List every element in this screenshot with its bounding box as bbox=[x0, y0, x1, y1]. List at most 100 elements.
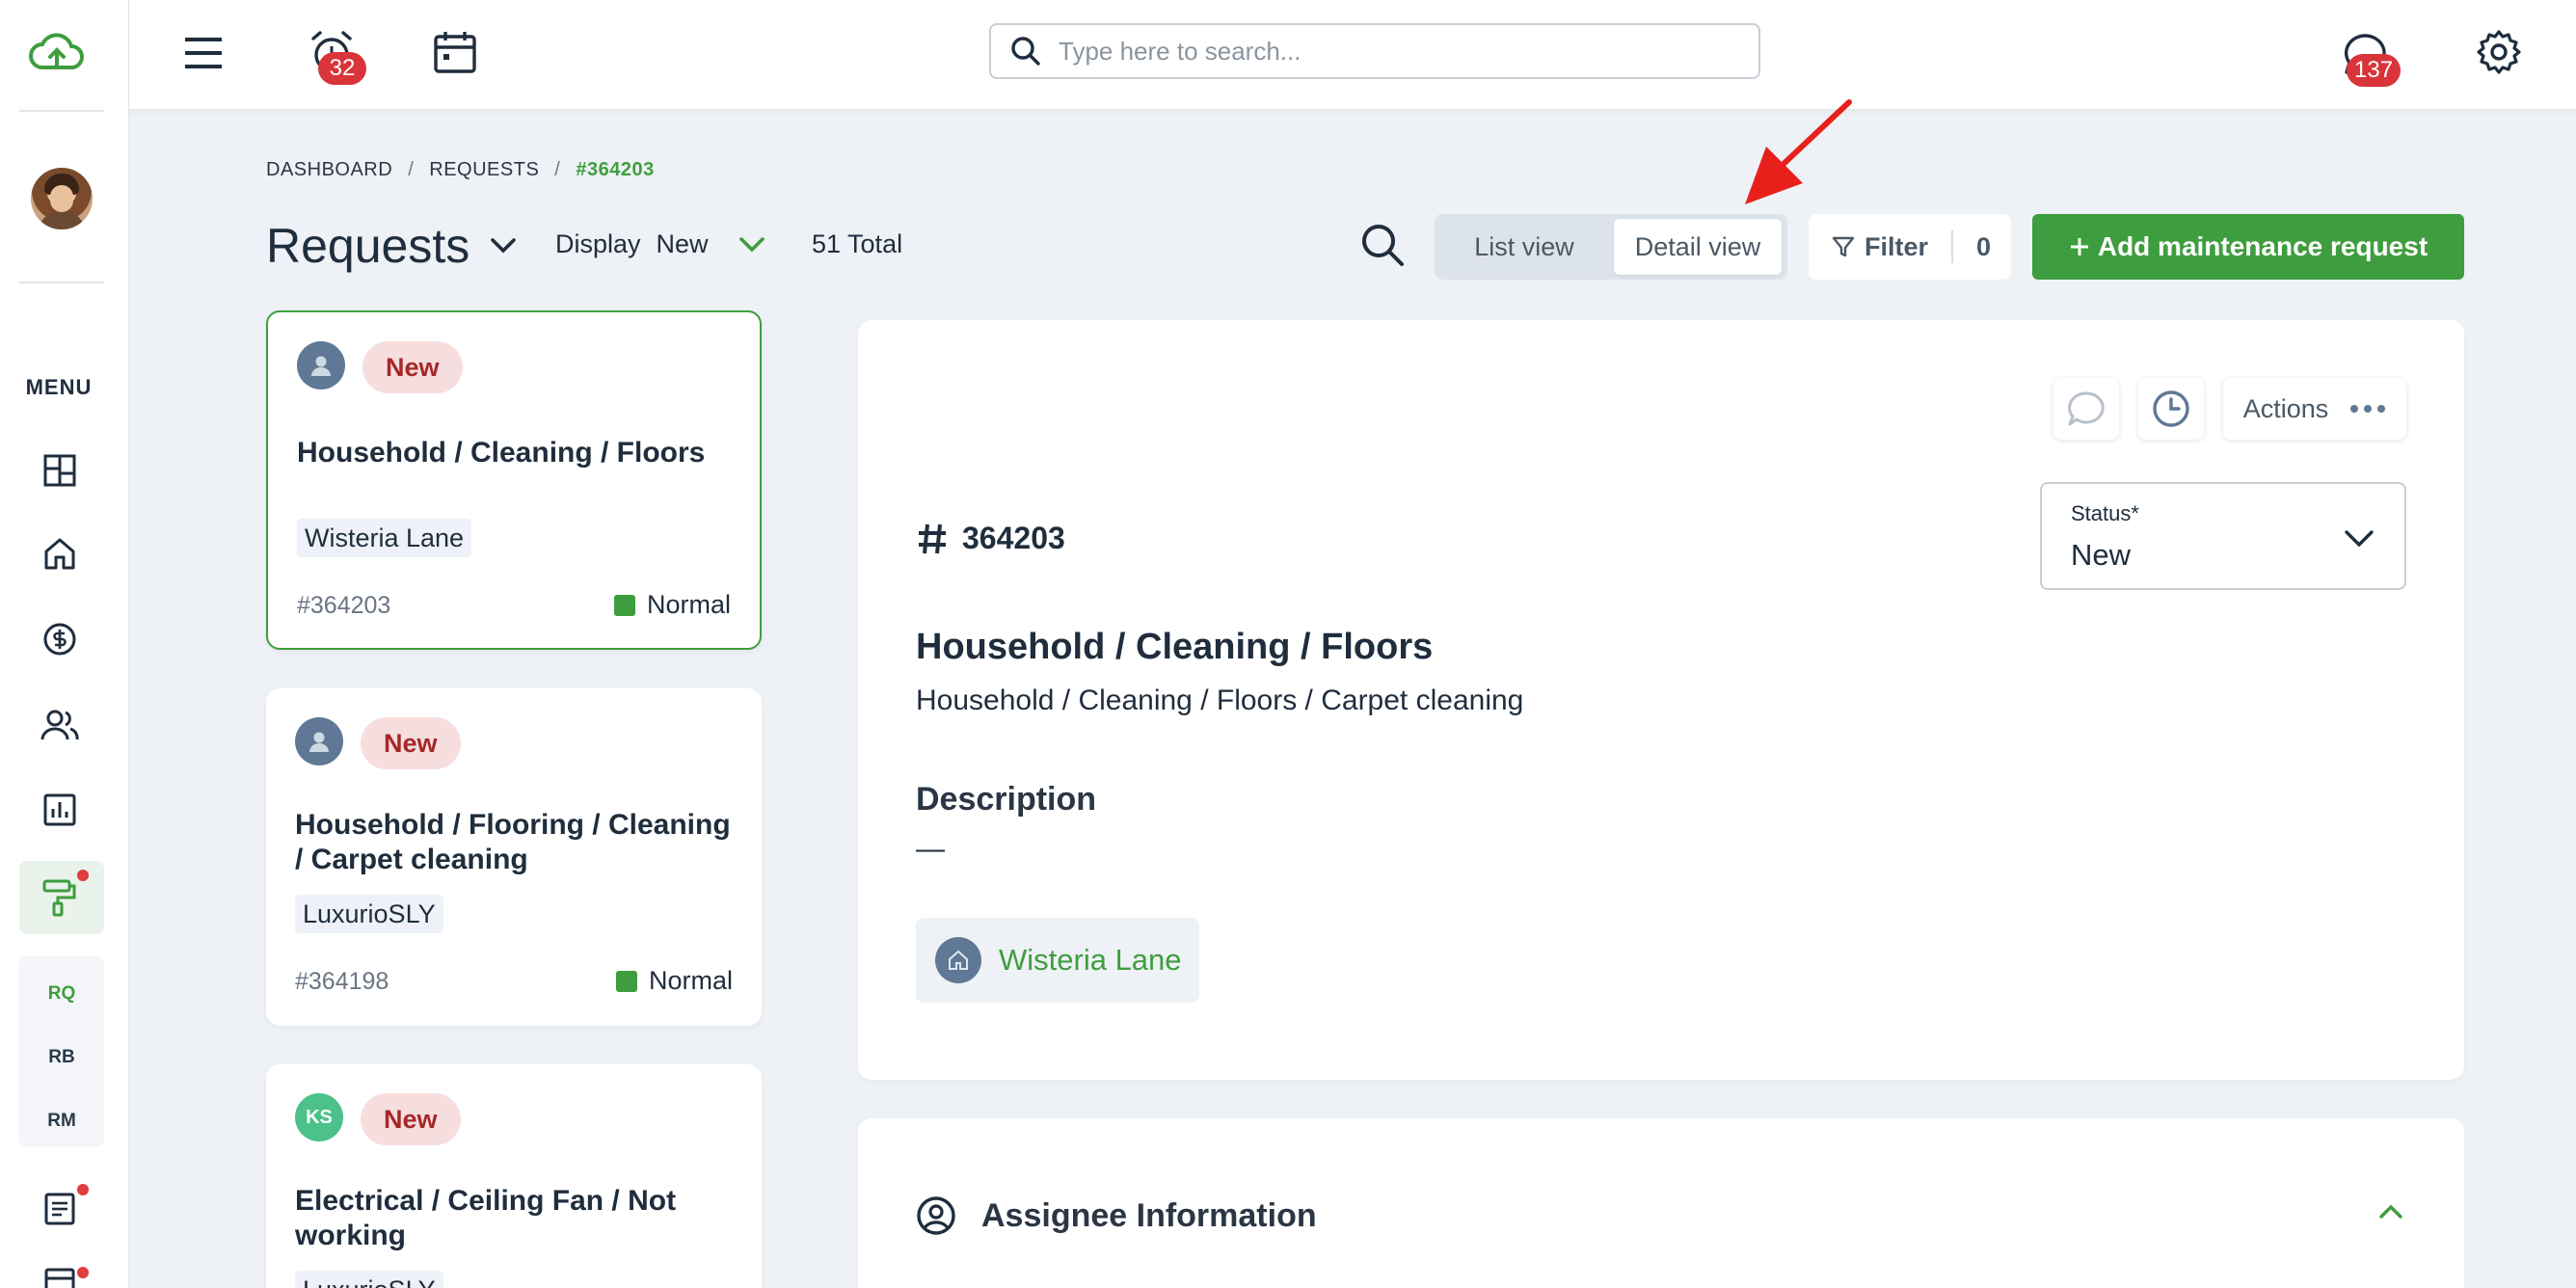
filter-label: Filter bbox=[1865, 231, 1929, 261]
display-value: New bbox=[656, 229, 709, 258]
property-tag: LuxurioSLY bbox=[295, 1271, 443, 1288]
actions-label: Actions bbox=[2242, 393, 2329, 423]
request-id: #364203 bbox=[297, 592, 391, 619]
comment-button[interactable] bbox=[2053, 378, 2119, 440]
description-label: Description bbox=[916, 781, 1097, 818]
settings-gear-icon[interactable] bbox=[2472, 25, 2526, 79]
request-id: #364198 bbox=[295, 968, 389, 995]
status-select-label: Status* bbox=[2071, 501, 2139, 525]
assignee-section-header[interactable]: Assignee Information bbox=[916, 1195, 1317, 1236]
reports-chart-icon[interactable] bbox=[39, 789, 81, 831]
hamburger-menu-icon[interactable] bbox=[179, 29, 228, 77]
alarm-count-badge: 32 bbox=[318, 52, 366, 85]
more-dots-icon bbox=[2350, 405, 2386, 413]
calendar-icon[interactable] bbox=[428, 25, 482, 79]
document-list-icon[interactable] bbox=[39, 1188, 81, 1230]
status-badge: New bbox=[362, 341, 463, 393]
list-view-tab[interactable]: List view bbox=[1435, 214, 1614, 280]
priority-indicator: Normal bbox=[615, 966, 733, 996]
menu-label: MENU bbox=[25, 375, 93, 399]
people-icon[interactable] bbox=[39, 704, 81, 746]
hash-icon bbox=[919, 523, 946, 553]
submenu-item-rq[interactable]: RQ bbox=[19, 983, 104, 1005]
detail-request-id: 364203 bbox=[916, 521, 1065, 556]
priority-color-swatch bbox=[615, 970, 637, 992]
status-badge: New bbox=[361, 717, 461, 769]
chevron-down-icon bbox=[491, 238, 517, 254]
notification-dot bbox=[77, 1267, 89, 1278]
assignee-section-title: Assignee Information bbox=[981, 1196, 1317, 1234]
property-link[interactable]: Wisteria Lane bbox=[916, 918, 1199, 1003]
home-icon bbox=[935, 937, 981, 983]
sidebar: MENU RQ RB RM bbox=[0, 0, 129, 1288]
sidebar-divider bbox=[19, 110, 104, 112]
breadcrumb-dashboard[interactable]: DASHBOARD bbox=[266, 159, 392, 181]
notification-dot bbox=[77, 870, 89, 881]
chevron-up-icon[interactable] bbox=[2377, 1203, 2404, 1221]
assignee-avatar bbox=[295, 717, 343, 765]
plus-icon bbox=[2070, 238, 2088, 255]
search-input[interactable] bbox=[1059, 36, 1714, 67]
total-count: 51 Total bbox=[812, 229, 903, 258]
chevron-down-icon bbox=[2345, 530, 2374, 548]
priority-indicator: Normal bbox=[613, 590, 731, 620]
detail-category-path: Household / Cleaning / Floors / Carpet c… bbox=[916, 684, 1524, 716]
chevron-down-icon bbox=[738, 236, 765, 253]
priority-label: Normal bbox=[646, 590, 731, 619]
assignee-avatar bbox=[297, 341, 345, 389]
global-search[interactable] bbox=[989, 23, 1760, 79]
cloud-upload-logo-icon[interactable] bbox=[29, 31, 85, 73]
filter-divider bbox=[1951, 230, 1954, 263]
table-icon[interactable] bbox=[39, 1263, 81, 1288]
detail-title: Household / Cleaning / Floors bbox=[916, 627, 1434, 667]
submenu-item-rb[interactable]: RB bbox=[19, 1047, 104, 1068]
property-tag: LuxurioSLY bbox=[295, 895, 443, 933]
view-toggle: List view Detail view bbox=[1435, 214, 1787, 280]
maintenance-submenu: RQ RB RM bbox=[19, 956, 104, 1147]
filter-count: 0 bbox=[1976, 231, 1992, 261]
request-card[interactable]: KS New Electrical / Ceiling Fan / Not wo… bbox=[266, 1064, 762, 1288]
actions-menu-button[interactable]: Actions bbox=[2223, 378, 2406, 440]
chat-count-badge: 137 bbox=[2347, 54, 2402, 87]
detail-id-value: 364203 bbox=[962, 521, 1065, 555]
dashboard-grid-icon[interactable] bbox=[39, 449, 81, 492]
status-badge: New bbox=[361, 1093, 461, 1145]
display-filter-dropdown[interactable]: Display New bbox=[555, 229, 766, 259]
filter-funnel-icon bbox=[1832, 236, 1855, 257]
breadcrumb-separator: / bbox=[408, 159, 415, 180]
status-select[interactable]: Status* New bbox=[2040, 482, 2406, 590]
sidebar-divider bbox=[19, 282, 104, 283]
add-maintenance-request-button[interactable]: Add maintenance request bbox=[2032, 214, 2464, 280]
request-detail-panel: Actions Status* New 364203 Household / C… bbox=[858, 320, 2464, 1080]
request-title: Household / Flooring / Cleaning / Carpet… bbox=[295, 809, 731, 875]
user-circle-icon bbox=[917, 1196, 955, 1235]
display-label: Display bbox=[555, 229, 641, 258]
page-title-dropdown[interactable]: Requests bbox=[266, 218, 518, 274]
comment-bubble-icon bbox=[2068, 391, 2105, 426]
assignee-information-section: Assignee Information bbox=[858, 1118, 2464, 1288]
assignee-avatar: KS bbox=[295, 1093, 343, 1141]
filter-button[interactable]: Filter 0 bbox=[1809, 214, 2011, 280]
request-card[interactable]: New Household / Flooring / Cleaning / Ca… bbox=[266, 688, 762, 1026]
search-icon bbox=[1011, 37, 1040, 66]
dollar-circle-icon[interactable] bbox=[39, 618, 81, 660]
history-button[interactable] bbox=[2138, 378, 2204, 440]
home-icon[interactable] bbox=[39, 532, 81, 575]
user-avatar[interactable] bbox=[31, 168, 93, 229]
breadcrumb-requests[interactable]: REQUESTS bbox=[429, 159, 539, 181]
priority-color-swatch bbox=[613, 594, 635, 616]
property-name: Wisteria Lane bbox=[999, 943, 1182, 977]
breadcrumb-separator: / bbox=[554, 159, 561, 180]
search-icon[interactable] bbox=[1359, 222, 1406, 268]
request-card[interactable]: New Household / Cleaning / Floors Wister… bbox=[266, 310, 762, 650]
detail-view-tab[interactable]: Detail view bbox=[1614, 219, 1782, 275]
notification-dot bbox=[77, 1184, 89, 1195]
priority-label: Normal bbox=[648, 966, 733, 995]
breadcrumb-current: #364203 bbox=[576, 159, 655, 180]
annotation-arrow-icon bbox=[1735, 94, 1861, 220]
submenu-item-rm[interactable]: RM bbox=[19, 1111, 104, 1132]
person-icon bbox=[309, 732, 329, 752]
paint-roller-icon[interactable] bbox=[39, 876, 81, 919]
property-tag: Wisteria Lane bbox=[297, 519, 472, 557]
person-icon bbox=[311, 356, 331, 376]
